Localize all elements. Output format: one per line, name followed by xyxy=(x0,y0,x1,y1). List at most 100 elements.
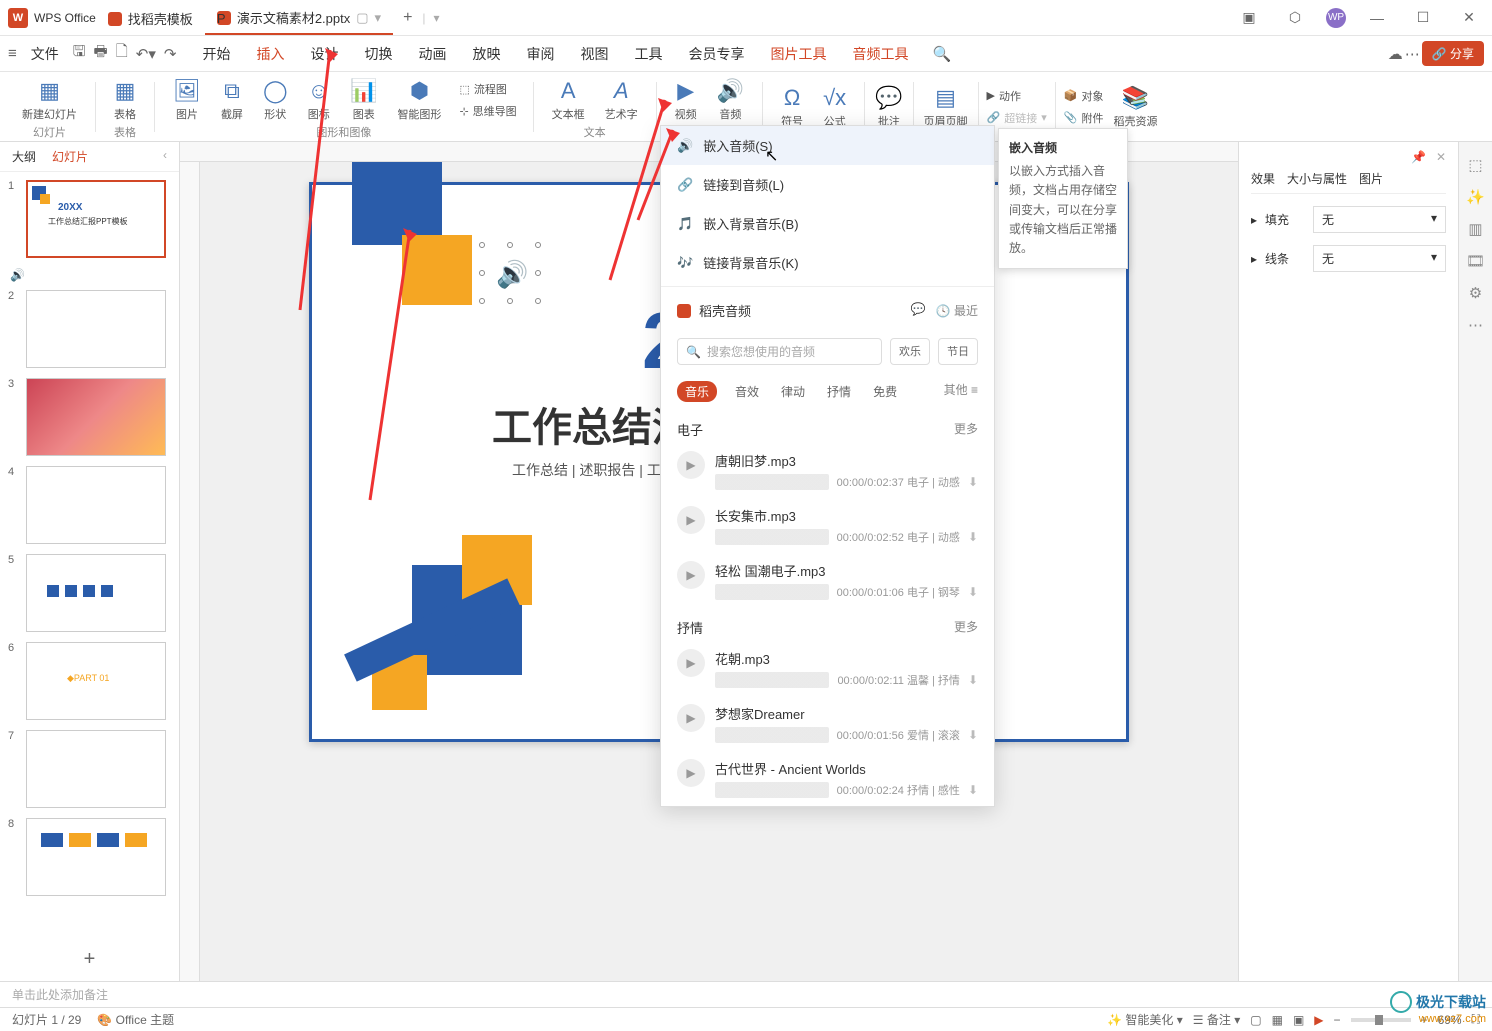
track-item[interactable]: ▶ 长安集市.mp300:00/0:02:52 电子 | 动感⬇ xyxy=(661,498,994,553)
mindmap-button[interactable]: ⊹ 思维导图 xyxy=(455,101,520,121)
status-view-reading[interactable]: ▣ xyxy=(1293,1013,1304,1027)
menu-animation[interactable]: 动画 xyxy=(406,38,458,70)
action-button[interactable]: ▶ 动作 xyxy=(983,86,1051,106)
object-button[interactable]: 📦 对象 xyxy=(1060,86,1108,106)
cat-more[interactable]: 其他 ≡ xyxy=(944,381,978,402)
cat-free[interactable]: 免费 xyxy=(869,381,901,402)
slide-thumb-5[interactable]: 5 xyxy=(8,554,171,632)
play-button[interactable]: ▶ xyxy=(677,759,705,787)
menu-picture-tools[interactable]: 图片工具 xyxy=(758,38,838,70)
status-beautify[interactable]: ✨ 智能美化 ▾ xyxy=(1107,1011,1183,1028)
slide-thumb-3[interactable]: 3 xyxy=(8,378,171,456)
more-shuqing[interactable]: 更多 xyxy=(954,618,978,637)
menu-view[interactable]: 视图 xyxy=(568,38,620,70)
status-view-sorter[interactable]: ▦ xyxy=(1272,1013,1283,1027)
attachment-button[interactable]: 📎 附件 xyxy=(1060,108,1108,128)
cat-sfx[interactable]: 音效 xyxy=(731,381,763,402)
cat-rhythm[interactable]: 律动 xyxy=(777,381,809,402)
rt-style-icon[interactable]: ✨ xyxy=(1466,188,1485,206)
notes-area[interactable]: 单击此处添加备注 xyxy=(0,981,1492,1007)
menu-audio-tools[interactable]: 音频工具 xyxy=(840,38,920,70)
print-icon[interactable]: 🖶 xyxy=(94,41,108,66)
rp-line-toggle[interactable]: ▸ xyxy=(1251,252,1257,266)
file-menu[interactable]: 文件 xyxy=(19,38,71,70)
recent-icon[interactable]: 🕓 最近 xyxy=(936,302,978,319)
dd-insert-audio[interactable]: 🔊嵌入音频(S) xyxy=(661,126,994,165)
rp-fill-toggle[interactable]: ▸ xyxy=(1251,213,1257,227)
track-download-icon[interactable]: ⬇ xyxy=(968,475,978,489)
table-button[interactable]: ▦表格 xyxy=(108,76,142,124)
track-item[interactable]: ▶ 梦想家Dreamer00:00/0:01:56 爱情 | 滚滚⬇ xyxy=(661,696,994,751)
textbox-button[interactable]: A文本框 xyxy=(546,76,591,124)
smartart-button[interactable]: ⬢智能图形 xyxy=(391,76,447,124)
menu-slideshow[interactable]: 放映 xyxy=(460,38,512,70)
track-download-icon[interactable]: ⬇ xyxy=(968,530,978,544)
save-icon[interactable]: 🖫 xyxy=(73,41,86,66)
undo-icon[interactable]: ↶▾ xyxy=(136,45,156,63)
share-button[interactable]: 🔗 分享 xyxy=(1422,41,1484,66)
menu-member[interactable]: 会员专享 xyxy=(676,38,756,70)
tab-menu-icon[interactable]: ▾ xyxy=(375,10,382,26)
track-item[interactable]: ▶ 古代世界 - Ancient Worlds00:00/0:02:24 抒情 … xyxy=(661,751,994,806)
resource-button[interactable]: 📚稻壳资源 xyxy=(1107,83,1163,131)
symbol-button[interactable]: Ω符号 xyxy=(775,83,809,131)
collapse-panel-icon[interactable]: ‹ xyxy=(163,148,167,165)
play-button[interactable]: ▶ xyxy=(677,451,705,479)
close-button[interactable]: ✕ xyxy=(1454,9,1484,26)
rp-line-select[interactable]: 无▾ xyxy=(1313,245,1446,272)
rp-fill-select[interactable]: 无▾ xyxy=(1313,206,1446,233)
slide-thumb-4[interactable]: 4 xyxy=(8,466,171,544)
rt-select-icon[interactable]: ⬚ xyxy=(1468,156,1482,174)
menu-insert[interactable]: 插入 xyxy=(244,38,296,70)
dd-insert-bgm[interactable]: 🎵嵌入背景音乐(B) xyxy=(661,204,994,243)
rt-animation-icon[interactable]: 🎞 xyxy=(1466,252,1485,270)
rp-tab-effect[interactable]: 效果 xyxy=(1251,170,1275,187)
zoom-out[interactable]: − xyxy=(1334,1013,1341,1027)
flowchart-button[interactable]: ⬚ 流程图 xyxy=(455,79,520,99)
cloud-sync-icon[interactable]: ☁ xyxy=(1388,45,1403,63)
tab-pin-icon[interactable]: ▢ xyxy=(356,10,368,26)
add-slide-button[interactable]: + xyxy=(0,938,179,981)
status-notes[interactable]: ☰ 备注 ▾ xyxy=(1193,1011,1240,1028)
print-preview-icon[interactable]: 🗋 xyxy=(116,41,128,66)
audio-button[interactable]: 🔊音频 xyxy=(711,76,750,124)
status-view-normal[interactable]: ▢ xyxy=(1250,1013,1261,1027)
menu-transition[interactable]: 切换 xyxy=(352,38,404,70)
menu-tools[interactable]: 工具 xyxy=(622,38,674,70)
outline-tab[interactable]: 大纲 xyxy=(12,148,36,165)
menu-review[interactable]: 审阅 xyxy=(514,38,566,70)
slides-tab[interactable]: 幻灯片 xyxy=(52,148,88,165)
tab-template[interactable]: 找稻壳模板 xyxy=(96,1,205,34)
audio-object[interactable]: 🔊 xyxy=(482,245,538,301)
menu-start[interactable]: 开始 xyxy=(190,38,242,70)
play-button[interactable]: ▶ xyxy=(677,506,705,534)
track-download-icon[interactable]: ⬇ xyxy=(968,783,978,797)
picture-button[interactable]: 🖼图片 xyxy=(167,76,207,124)
pin-panel-icon[interactable]: 📌 xyxy=(1411,150,1426,164)
screenshot-button[interactable]: ⧉截屏 xyxy=(215,76,249,124)
hamburger-icon[interactable]: ≡ xyxy=(8,45,17,62)
slide-thumb-8[interactable]: 8 xyxy=(8,818,171,896)
minimize-button[interactable]: — xyxy=(1362,10,1392,26)
slide-thumb-1[interactable]: 120XX工作总结汇报PPT模板 xyxy=(8,180,171,258)
search-icon[interactable]: 🔍 xyxy=(932,45,951,63)
maximize-button[interactable]: ☐ xyxy=(1408,9,1438,26)
tab-document[interactable]: P 演示文稿素材2.pptx ▢ ▾ xyxy=(205,0,393,35)
track-download-icon[interactable]: ⬇ xyxy=(968,728,978,742)
track-item[interactable]: ▶ 花朝.mp300:00/0:02:11 温馨 | 抒情⬇ xyxy=(661,641,994,696)
dd-link-bgm[interactable]: 🎶链接背景音乐(K) xyxy=(661,243,994,282)
rt-layers-icon[interactable]: ▥ xyxy=(1468,220,1482,238)
dd-link-audio[interactable]: 🔗链接到音频(L) xyxy=(661,165,994,204)
more-dianzi[interactable]: 更多 xyxy=(954,420,978,439)
avatar-icon[interactable]: WP xyxy=(1326,8,1346,28)
tag-festival[interactable]: 节日 xyxy=(938,338,978,365)
play-button[interactable]: ▶ xyxy=(677,649,705,677)
rp-tab-picture[interactable]: 图片 xyxy=(1359,170,1383,187)
rp-tab-size[interactable]: 大小与属性 xyxy=(1287,170,1347,187)
header-footer-button[interactable]: ▤页眉页脚 xyxy=(918,83,974,131)
rt-more-icon[interactable]: ⋯ xyxy=(1468,316,1483,334)
slide-thumb-2[interactable]: 2 xyxy=(8,290,171,368)
new-slide-button[interactable]: ▦新建幻灯片 xyxy=(16,76,83,124)
add-tab-button[interactable]: + xyxy=(393,3,422,33)
chat-icon[interactable]: 💬 xyxy=(911,302,926,319)
